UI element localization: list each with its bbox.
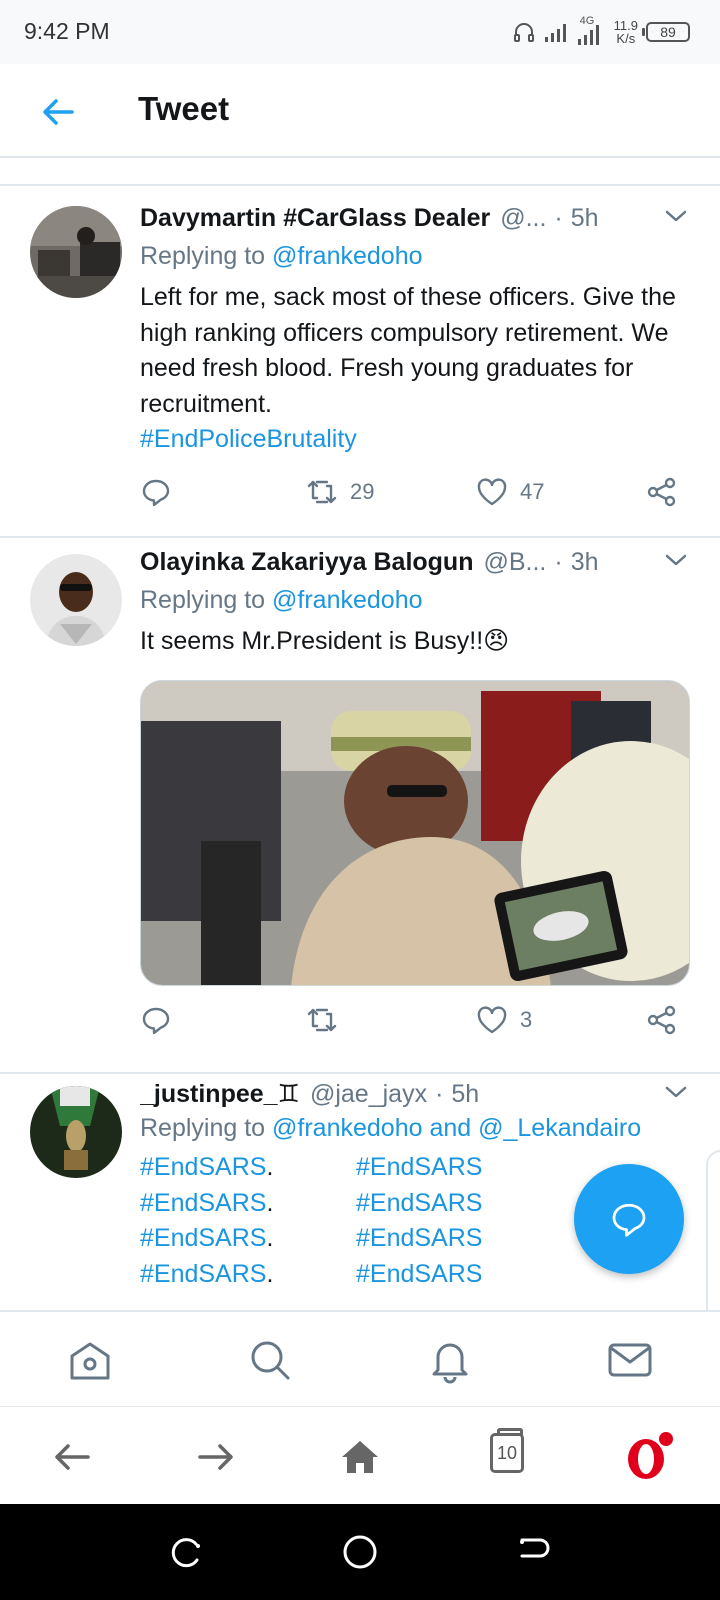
avatar[interactable] xyxy=(30,554,122,646)
bottom-navigation xyxy=(0,1310,720,1406)
chevron-down-icon[interactable] xyxy=(662,202,690,230)
share-button[interactable] xyxy=(646,472,678,512)
heart-icon xyxy=(477,1006,507,1034)
tweet[interactable]: Davymartin #CarGlass Dealer @... · 5h Re… xyxy=(0,158,720,538)
tweet-header: _justinpee_♊ @jae_jayx · 5h xyxy=(140,1074,692,1114)
hashtag-link[interactable]: #EndSARS. xyxy=(140,1150,273,1186)
avatar[interactable] xyxy=(30,1086,122,1178)
timestamp: 3h xyxy=(570,547,599,576)
reply-mention-link[interactable]: @frankedoho xyxy=(272,586,422,614)
like-count: 47 xyxy=(520,479,545,504)
hashtag-link[interactable]: #EndSARS xyxy=(356,1221,482,1257)
chevron-down-icon[interactable] xyxy=(662,1078,690,1106)
hashtag-list: #EndSARS. #EndSARS. #EndSARS. #EndSARS. … xyxy=(140,1150,540,1310)
timestamp: 5h xyxy=(451,1079,480,1108)
like-count: 3 xyxy=(520,1007,533,1032)
messages-icon[interactable] xyxy=(606,1336,654,1384)
hashtag-link[interactable]: #EndPoliceBrutality xyxy=(140,422,680,458)
status-time: 9:42 PM xyxy=(24,18,110,44)
headphones-icon xyxy=(513,23,534,42)
separator-dot: · xyxy=(554,203,563,232)
chevron-down-icon[interactable] xyxy=(662,546,690,574)
reply-mention-link[interactable]: @frankedoho and @_Lekandairo xyxy=(272,1114,641,1142)
hashtag-link[interactable]: #EndSARS xyxy=(356,1257,482,1293)
back-arrow-icon[interactable] xyxy=(38,92,78,132)
home-circle-icon[interactable] xyxy=(340,1532,380,1572)
compose-reply-button[interactable] xyxy=(574,1164,684,1274)
battery-indicator: 89 xyxy=(642,22,690,42)
reply-button[interactable] xyxy=(140,1000,172,1040)
tweet-text: It seems Mr.President is Busy!!😠 xyxy=(140,627,510,655)
reply-icon xyxy=(142,479,170,507)
username[interactable]: @jae_jayx xyxy=(310,1080,427,1109)
browser-forward-icon[interactable] xyxy=(194,1435,238,1479)
reply-button[interactable] xyxy=(140,472,172,512)
display-name[interactable]: Davymartin #CarGlass Dealer xyxy=(140,204,490,233)
replying-to: Replying to @frankedoho and @_Lekandairo xyxy=(140,1114,642,1142)
hashtag-link[interactable]: #EndSARS xyxy=(356,1186,482,1222)
username[interactable]: @B... xyxy=(483,548,546,577)
reply-bubble-icon xyxy=(612,1203,646,1237)
hashtag-link[interactable]: #EndSARS. xyxy=(140,1186,273,1222)
display-name[interactable]: _justinpee_♊ xyxy=(140,1079,300,1109)
like-button[interactable]: 3 xyxy=(476,1000,532,1040)
net-speed: 11.9 K/s xyxy=(613,18,638,46)
home-icon[interactable] xyxy=(66,1336,114,1384)
heart-icon xyxy=(477,478,507,506)
tweet-photo[interactable] xyxy=(140,680,690,986)
reply-mention-link[interactable]: @frankedoho xyxy=(272,242,422,270)
display-name[interactable]: Olayinka Zakariyya Balogun xyxy=(140,548,473,577)
status-icons: 4G 11.9 K/s 89 xyxy=(512,15,690,48)
network-type: 4G xyxy=(579,15,595,27)
separator-dot: · xyxy=(435,1079,444,1108)
browser-back-icon[interactable] xyxy=(50,1435,94,1479)
replying-to: Replying to @frankedoho xyxy=(140,242,423,270)
timestamp: 5h xyxy=(570,203,599,232)
tweet[interactable]: Olayinka Zakariyya Balogun @B... · 3h Re… xyxy=(0,538,720,1068)
hashtag-link[interactable]: #EndSARS xyxy=(356,1150,482,1186)
edge-panel-handle[interactable] xyxy=(706,1150,720,1330)
opera-icon xyxy=(628,1432,673,1479)
tweet-header: Olayinka Zakariyya Balogun @B... · 3h xyxy=(140,542,692,582)
notifications-icon[interactable] xyxy=(426,1336,474,1384)
search-icon[interactable] xyxy=(246,1336,294,1384)
retweet-button[interactable] xyxy=(306,1000,350,1040)
replying-to: Replying to @frankedoho xyxy=(140,586,423,614)
username[interactable]: @... xyxy=(500,204,546,233)
tweet-text: Left for me, sack most of these officers… xyxy=(140,280,680,458)
app-header: Tweet xyxy=(0,64,720,158)
tweet-feed[interactable]: Davymartin #CarGlass Dealer @... · 5h Re… xyxy=(0,158,720,1310)
signal-4g-icon: 4G xyxy=(576,15,606,47)
system-back-icon[interactable] xyxy=(514,1532,554,1572)
system-navigation-bar xyxy=(0,1504,720,1600)
reply-icon xyxy=(142,1007,170,1035)
tab-count: 10 xyxy=(496,1442,518,1463)
browser-home-icon[interactable] xyxy=(338,1435,382,1479)
hashtag-link[interactable]: #EndSARS. xyxy=(140,1221,273,1257)
browser-toolbar: 10 xyxy=(0,1406,720,1504)
share-icon xyxy=(647,1005,676,1035)
tweet-header: Davymartin #CarGlass Dealer @... · 5h xyxy=(140,198,692,238)
retweet-button[interactable]: 29 xyxy=(306,472,374,512)
hashtag-link[interactable]: #EndSARS. xyxy=(140,1257,273,1293)
status-bar: 9:42 PM 4G 11.9 K/s 89 xyxy=(0,0,720,64)
like-button[interactable]: 47 xyxy=(476,472,544,512)
retweet-count: 29 xyxy=(350,479,375,504)
retweet-icon xyxy=(307,1008,337,1032)
tweet-actions: 29 47 xyxy=(140,472,692,512)
recents-icon[interactable] xyxy=(166,1532,206,1572)
retweet-icon xyxy=(307,480,337,504)
signal-icon xyxy=(544,24,566,42)
page-title: Tweet xyxy=(138,90,230,127)
separator-dot: · xyxy=(554,547,563,576)
share-icon xyxy=(647,477,676,507)
tabs-button[interactable]: 10 xyxy=(490,1428,524,1473)
angry-face-emoji: 😠 xyxy=(483,627,510,655)
tweet-actions: 3 xyxy=(140,1000,692,1040)
share-button[interactable] xyxy=(646,1000,678,1040)
opera-menu-button[interactable] xyxy=(624,1431,674,1481)
avatar[interactable] xyxy=(30,206,122,298)
